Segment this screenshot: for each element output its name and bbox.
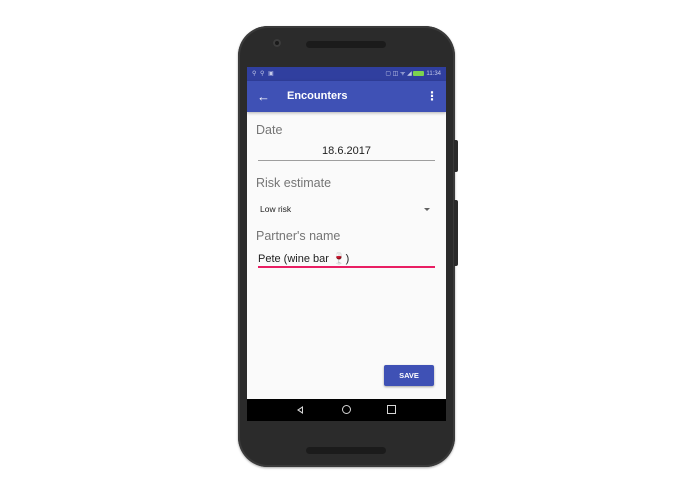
- chevron-down-icon: [424, 208, 430, 211]
- save-button[interactable]: SAVE: [384, 365, 434, 386]
- top-speaker: [306, 41, 386, 48]
- partner-name-underline: [258, 266, 435, 268]
- power-button[interactable]: [454, 140, 458, 172]
- date-label: Date: [256, 123, 283, 137]
- status-bar: ⚲ ⚲ ▣ ▢ ◫ ᯤ ◢ 11:34: [247, 67, 446, 81]
- app-bar: ← Encounters ⋮: [247, 81, 446, 112]
- system-nav-bar: [247, 399, 446, 421]
- risk-estimate-label: Risk estimate: [256, 176, 332, 190]
- battery-icon: [413, 70, 425, 76]
- risk-estimate-dropdown[interactable]: Low risk: [258, 204, 435, 218]
- overflow-menu-icon[interactable]: ⋮: [426, 81, 438, 112]
- system-status: ▢ ◫ ᯤ ◢ 11:34: [385, 67, 441, 81]
- front-camera: [273, 39, 281, 47]
- risk-estimate-value: Low risk: [260, 204, 292, 214]
- arrow-left-icon[interactable]: ←: [257, 81, 270, 112]
- clock: 11:34: [426, 71, 441, 77]
- date-field[interactable]: 18.6.2017: [258, 145, 435, 157]
- date-field-underline: [258, 160, 435, 161]
- partner-name-value: Pete (wine bar 🍷): [258, 253, 350, 265]
- bottom-speaker: [306, 447, 386, 454]
- nav-home-icon[interactable]: [342, 405, 351, 414]
- page-title: Encounters: [287, 90, 348, 102]
- signal-icons: ▢ ◫ ᯤ ◢: [385, 71, 412, 77]
- volume-rocker[interactable]: [454, 200, 458, 266]
- partner-name-label: Partner's name: [256, 229, 341, 243]
- nav-back-icon[interactable]: [297, 406, 303, 414]
- phone-screen: ⚲ ⚲ ▣ ▢ ◫ ᯤ ◢ 11:34 ← Encounters ⋮ Date …: [247, 67, 446, 421]
- notification-icons: ⚲ ⚲ ▣: [252, 71, 275, 77]
- nav-recents-icon[interactable]: [387, 405, 396, 414]
